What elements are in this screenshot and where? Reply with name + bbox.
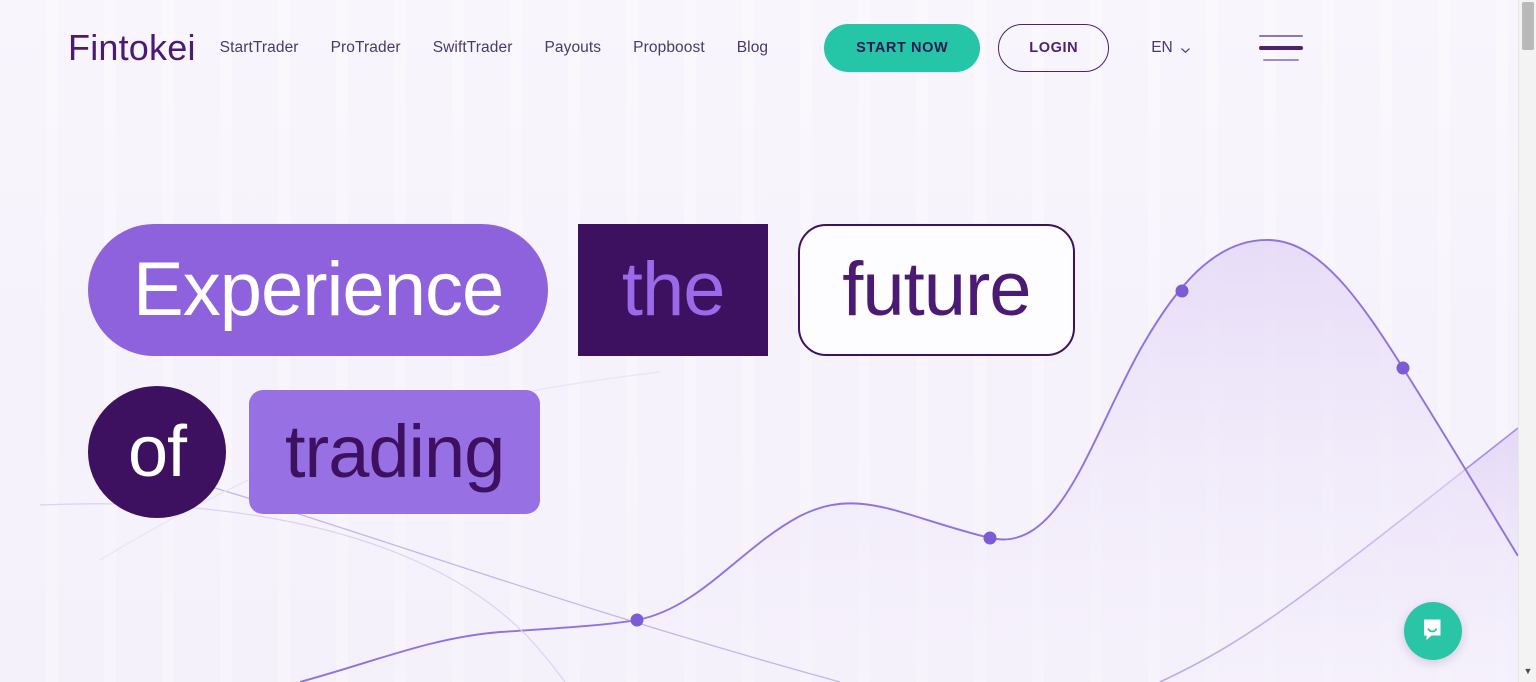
hero-word-the: the [578,224,769,356]
chart-line-secondary [1159,427,1518,682]
nav-item-payouts[interactable]: Payouts [544,39,601,57]
chart-marker [983,531,997,545]
chart-marker [1396,361,1410,375]
chat-bubble-smile-icon [1418,614,1448,649]
language-label: EN [1151,39,1173,56]
language-selector[interactable]: EN [1151,39,1191,57]
browser-viewport: Fintokei StartTrader ProTrader SwiftTrad… [0,0,1518,682]
hamburger-line-bottom [1262,59,1299,61]
logo[interactable]: Fintokei [68,27,196,69]
chat-launcher-button[interactable] [1404,602,1462,660]
nav-item-protrader[interactable]: ProTrader [331,39,401,57]
start-now-button[interactable]: START NOW [824,24,981,72]
chart-marker [1175,284,1189,298]
header-actions: START NOW LOGIN EN [824,24,1303,72]
chart-marker [630,613,644,627]
scroll-down-arrow-icon[interactable]: ▼ [1519,667,1536,676]
hero-word-future: future [798,224,1075,356]
hamburger-line-middle [1258,46,1303,50]
vertical-scrollbar[interactable]: ▼ [1518,0,1536,682]
site-header: Fintokei StartTrader ProTrader SwiftTrad… [0,0,1518,96]
nav-item-swifttrader[interactable]: SwiftTrader [433,39,513,57]
hero-headline: Experience the future of trading [88,224,1075,518]
hero-word-of: of [88,386,226,518]
hero-line-1: Experience the future [88,224,1075,356]
nav-item-propboost[interactable]: Propboost [633,39,705,57]
hamburger-menu-icon[interactable] [1258,35,1303,61]
hero-word-experience: Experience [88,224,549,356]
login-button[interactable]: LOGIN [998,24,1110,72]
chevron-down-icon [1180,43,1191,54]
hero-word-trading: trading [249,390,541,514]
hero-line-2: of trading [88,386,1075,518]
vertical-scroll-thumb[interactable] [1522,2,1534,50]
page-root: Fintokei StartTrader ProTrader SwiftTrad… [0,0,1536,682]
hamburger-line-top [1258,35,1303,37]
main-navigation: StartTrader ProTrader SwiftTrader Payout… [220,39,769,57]
nav-item-blog[interactable]: Blog [737,39,768,57]
chart-area-secondary [1160,428,1518,682]
chart-line-left-arc [39,503,566,682]
nav-item-starttrader[interactable]: StartTrader [220,39,299,57]
